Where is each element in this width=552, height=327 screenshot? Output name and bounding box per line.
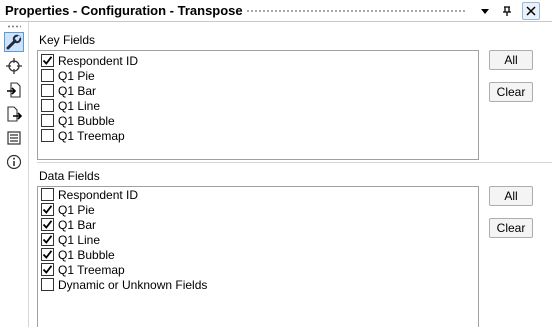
info-icon[interactable] — [4, 152, 24, 172]
data-fields-list[interactable]: Respondent ID Q1 Pie Q1 Bar Q1 Line Q1 B… — [37, 186, 479, 327]
checkbox[interactable] — [41, 114, 54, 127]
data-field-item[interactable]: Q1 Bar — [41, 217, 96, 232]
checkbox[interactable] — [41, 69, 54, 82]
key-field-label: Q1 Line — [58, 98, 101, 113]
checkbox[interactable] — [41, 54, 54, 67]
data-fields-clear-button[interactable]: Clear — [489, 218, 533, 238]
checkbox[interactable] — [41, 203, 54, 216]
data-field-label: Q1 Bubble — [58, 247, 115, 262]
pin-icon[interactable] — [498, 2, 516, 20]
data-field-item[interactable]: Q1 Pie — [41, 202, 95, 217]
data-field-item[interactable]: Q1 Treemap — [41, 262, 125, 277]
checkbox[interactable] — [41, 218, 54, 231]
key-field-item[interactable]: Q1 Bubble — [41, 113, 115, 128]
checkbox[interactable] — [41, 188, 54, 201]
data-field-item[interactable]: Q1 Line — [41, 232, 100, 247]
input-file-icon[interactable] — [4, 80, 24, 100]
crosshair-icon[interactable] — [4, 56, 24, 76]
key-fields-list[interactable]: Respondent ID Q1 Pie Q1 Bar Q1 Line Q1 B… — [37, 50, 479, 160]
key-fields-label: Key Fields — [39, 33, 96, 47]
toolbar-grip — [7, 25, 21, 28]
data-field-label: Respondent ID — [58, 187, 139, 202]
data-field-item[interactable]: Respondent ID — [41, 187, 138, 202]
data-field-label: Q1 Bar — [58, 217, 97, 232]
checkbox[interactable] — [41, 84, 54, 97]
key-field-item[interactable]: Q1 Pie — [41, 68, 95, 83]
key-field-item[interactable]: Q1 Bar — [41, 83, 96, 98]
wrench-icon[interactable] — [4, 32, 24, 52]
data-fields-label: Data Fields — [39, 169, 100, 183]
key-field-label: Q1 Bar — [58, 83, 97, 98]
checkbox[interactable] — [41, 263, 54, 276]
side-toolbar — [0, 22, 28, 327]
key-field-item[interactable]: Q1 Treemap — [41, 128, 125, 143]
chevron-down-icon[interactable] — [476, 2, 494, 20]
key-field-label: Respondent ID — [58, 53, 139, 68]
window-title: Properties - Configuration - Transpose — [5, 3, 243, 18]
key-fields-all-button[interactable]: All — [489, 50, 533, 70]
configuration-panel: Key Fields Respondent ID Q1 Pie Q1 Bar Q… — [28, 22, 552, 327]
output-file-icon[interactable] — [4, 104, 24, 124]
key-field-label: Q1 Bubble — [58, 113, 115, 128]
data-field-label: Dynamic or Unknown Fields — [58, 277, 208, 292]
checkbox[interactable] — [41, 278, 54, 291]
key-field-item[interactable]: Respondent ID — [41, 53, 138, 68]
key-field-label: Q1 Pie — [58, 68, 95, 83]
data-field-item[interactable]: Q1 Bubble — [41, 247, 115, 262]
close-icon[interactable] — [522, 2, 540, 20]
data-fields-all-button[interactable]: All — [489, 186, 533, 206]
data-field-label: Q1 Line — [58, 232, 101, 247]
title-bar: Properties - Configuration - Transpose — [0, 0, 552, 22]
annotation-icon[interactable] — [4, 128, 24, 148]
key-fields-clear-button[interactable]: Clear — [489, 82, 533, 102]
data-field-label: Q1 Pie — [58, 202, 95, 217]
checkbox[interactable] — [41, 129, 54, 142]
data-field-item[interactable]: Dynamic or Unknown Fields — [41, 277, 207, 292]
key-field-item[interactable]: Q1 Line — [41, 98, 100, 113]
divider — [37, 162, 552, 163]
key-field-label: Q1 Treemap — [58, 128, 125, 143]
checkbox[interactable] — [41, 248, 54, 261]
checkbox[interactable] — [41, 99, 54, 112]
checkbox[interactable] — [41, 233, 54, 246]
data-field-label: Q1 Treemap — [58, 262, 125, 277]
title-grip[interactable] — [246, 9, 466, 14]
